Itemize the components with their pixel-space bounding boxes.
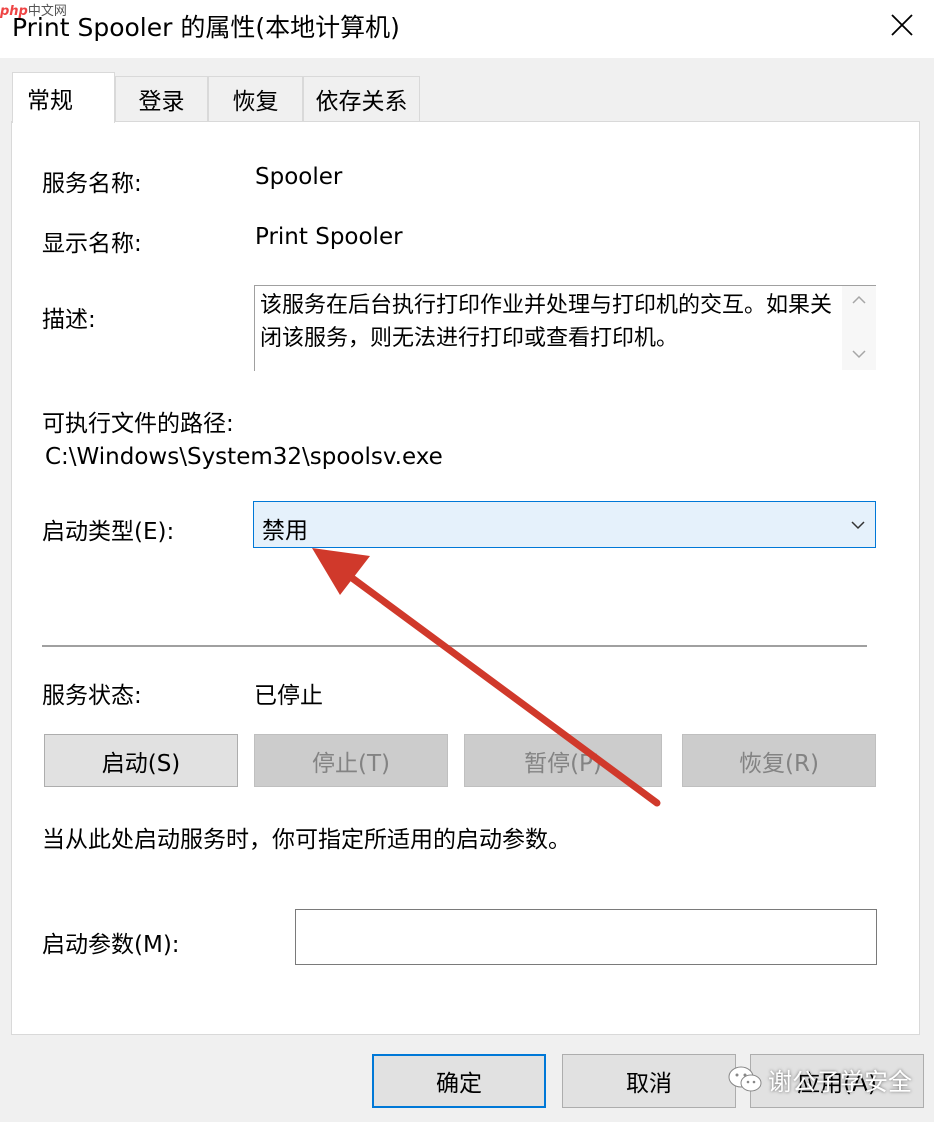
watermark-top: php中文网 — [0, 0, 67, 19]
watermark-brand: php — [0, 4, 28, 19]
close-icon — [891, 14, 913, 36]
service-name-value: Spooler — [255, 164, 343, 190]
scroll-up-button[interactable] — [851, 292, 867, 308]
resume-button[interactable]: 恢复(R) — [682, 734, 876, 787]
startup-type-value: 禁用 — [262, 518, 308, 544]
service-status-value: 已停止 — [254, 683, 323, 709]
startup-params-hint: 当从此处启动服务时，你可指定所适用的启动参数。 — [42, 827, 571, 853]
window-title: Print Spooler 的属性(本地计算机) — [12, 13, 400, 42]
wechat-icon — [728, 1066, 762, 1091]
pause-button[interactable]: 暂停(P) — [464, 734, 662, 787]
startup-type-label: 启动类型(E): — [42, 519, 175, 545]
description-text: 该服务在后台执行打印作业并处理与打印机的交互。如果关闭该服务，则无法进行打印或查… — [260, 293, 833, 351]
scroll-down-button[interactable] — [851, 346, 867, 362]
ok-button[interactable]: 确定 — [372, 1054, 546, 1108]
display-name-value: Print Spooler — [255, 224, 403, 250]
startup-type-select[interactable]: 禁用 — [253, 501, 876, 548]
description-scrollbar[interactable] — [842, 286, 876, 370]
chevron-up-icon — [852, 295, 866, 304]
divider — [42, 645, 867, 647]
description-label: 描述: — [42, 307, 96, 333]
description-box[interactable]: 该服务在后台执行打印作业并处理与打印机的交互。如果关闭该服务，则无法进行打印或查… — [254, 285, 876, 371]
start-button[interactable]: 启动(S) — [44, 734, 238, 787]
stop-button[interactable]: 停止(T) — [254, 734, 448, 787]
title-bar: Print Spooler 的属性(本地计算机) php中文网 — [0, 0, 934, 58]
tab-general[interactable]: 常规 — [12, 72, 115, 123]
tab-logon[interactable]: 登录 — [115, 76, 208, 121]
startup-params-label: 启动参数(M): — [42, 932, 180, 958]
display-name-label: 显示名称: — [42, 231, 142, 257]
chevron-down-icon — [851, 521, 865, 530]
close-button[interactable] — [870, 0, 934, 50]
watermark-bottom-text: 谢公子学安全 — [768, 1068, 912, 1096]
chevron-down-icon — [852, 350, 866, 359]
path-label: 可执行文件的路径: — [42, 411, 234, 437]
cancel-button[interactable]: 取消 — [562, 1054, 736, 1108]
path-value: C:\Windows\System32\spoolsv.exe — [45, 444, 443, 470]
tab-dependencies[interactable]: 依存关系 — [303, 76, 420, 121]
general-panel — [11, 121, 920, 1035]
startup-params-input[interactable] — [295, 909, 877, 965]
service-status-label: 服务状态: — [42, 683, 142, 709]
tab-recovery[interactable]: 恢复 — [208, 76, 303, 121]
service-name-label: 服务名称: — [42, 171, 142, 197]
watermark-site: 中文网 — [27, 4, 67, 19]
watermark-bottom: 谢公子学安全 — [728, 1062, 912, 1097]
